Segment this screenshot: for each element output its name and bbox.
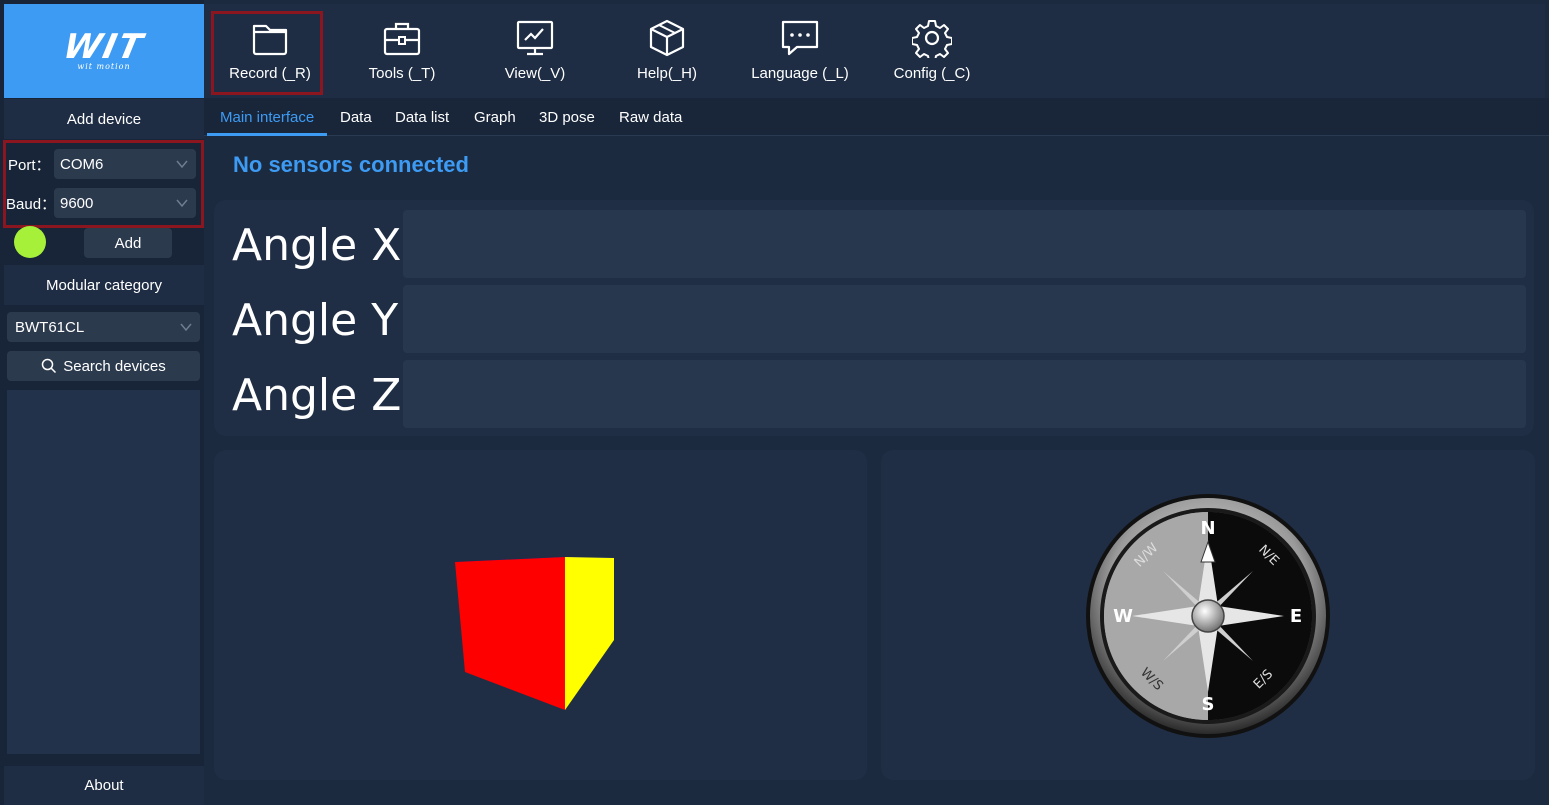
baud-select[interactable]: 9600	[54, 188, 196, 218]
port-row: Port： COM6	[8, 149, 196, 179]
folder-icon	[252, 24, 288, 56]
angle-z-value	[403, 360, 1526, 428]
tab-label: Data list	[395, 108, 450, 126]
toolbox-icon	[383, 22, 421, 56]
chat-bubble-icon	[781, 20, 819, 56]
app-window: WIT wit motion Add device Port： COM6 Bau…	[0, 0, 1549, 805]
angle-y-label: Angle Y	[232, 295, 399, 346]
main-toolbar: Record (_R) Tools (_T) View(_V) Help(_H)…	[204, 4, 1545, 98]
config-menu[interactable]: Config (_C)	[887, 4, 977, 98]
search-devices-label: Search devices	[63, 357, 166, 375]
tools-label: Tools (_T)	[368, 65, 436, 82]
compass-s: S	[1202, 694, 1215, 715]
cube-side-face	[565, 557, 614, 710]
module-value: BWT61CL	[15, 318, 85, 336]
tab-label: 3D pose	[539, 108, 595, 126]
search-icon	[41, 358, 57, 374]
angle-x-value	[403, 210, 1526, 278]
language-menu[interactable]: Language (_L)	[747, 4, 853, 98]
tools-menu[interactable]: Tools (_T)	[357, 4, 447, 98]
compass: N E S W N/E N/W E/S W/S	[1086, 494, 1330, 738]
help-menu[interactable]: Help(_H)	[622, 4, 712, 98]
about-button[interactable]: About	[4, 766, 204, 805]
module-select[interactable]: BWT61CL	[7, 312, 200, 342]
tab-label: Main interface	[220, 108, 315, 126]
view-menu[interactable]: View(_V)	[490, 4, 580, 98]
baud-row: Baud： 9600	[6, 188, 196, 218]
3d-cube-panel	[214, 450, 867, 780]
tab-bar: Main interface Data Data list Graph 3D p…	[204, 98, 1549, 136]
compass-panel: N E S W N/E N/W E/S W/S	[881, 450, 1535, 780]
add-button[interactable]: Add	[84, 228, 172, 258]
view-label: View(_V)	[504, 65, 566, 82]
record-menu[interactable]: Record (_R)	[225, 4, 315, 98]
tab-label: Graph	[474, 108, 516, 126]
gear-icon	[912, 20, 952, 58]
baud-value: 9600	[60, 194, 94, 212]
chevron-down-icon	[176, 199, 188, 208]
tab-data-list[interactable]: Data list	[395, 98, 449, 136]
config-label: Config (_C)	[893, 65, 971, 82]
baud-label: Baud：	[6, 195, 57, 213]
record-label: Record (_R)	[229, 65, 311, 82]
port-select[interactable]: COM6	[54, 149, 196, 179]
tab-data[interactable]: Data	[340, 98, 372, 136]
help-label: Help(_H)	[636, 65, 697, 82]
angle-z-label: Angle Z	[232, 370, 402, 421]
port-label: Port：	[8, 156, 51, 174]
compass-hub	[1191, 599, 1225, 633]
connection-status-dot	[14, 226, 46, 258]
language-label: Language (_L)	[751, 65, 849, 82]
angle-x-label: Angle X	[232, 220, 402, 271]
3d-cube	[455, 557, 614, 710]
sidebar: WIT wit motion Add device Port： COM6 Bau…	[0, 0, 204, 805]
compass-e: E	[1290, 606, 1302, 627]
port-value: COM6	[60, 155, 104, 173]
compass-w: W	[1113, 606, 1133, 627]
tab-raw-data[interactable]: Raw data	[619, 98, 682, 136]
compass-n: N	[1200, 518, 1215, 539]
device-list[interactable]	[7, 390, 200, 754]
logo-brand: WIT	[60, 26, 148, 67]
chevron-down-icon	[176, 160, 188, 169]
tab-graph[interactable]: Graph	[474, 98, 516, 136]
search-devices-button[interactable]: Search devices	[7, 351, 200, 381]
tab-3d-pose[interactable]: 3D pose	[539, 98, 595, 136]
angle-y-value	[403, 285, 1526, 353]
monitor-chart-icon	[516, 20, 554, 56]
logo: WIT wit motion	[4, 4, 204, 98]
cube-front-face	[455, 557, 565, 710]
cube-help-icon	[649, 19, 685, 57]
modular-category-header: Modular category	[4, 265, 204, 305]
chevron-down-icon	[180, 323, 192, 332]
connection-status-text: No sensors connected	[233, 152, 469, 177]
add-device-header: Add device	[4, 99, 204, 139]
tab-label: Raw data	[619, 108, 683, 126]
tab-main-interface[interactable]: Main interface	[207, 98, 328, 136]
tab-label: Data	[340, 108, 372, 126]
